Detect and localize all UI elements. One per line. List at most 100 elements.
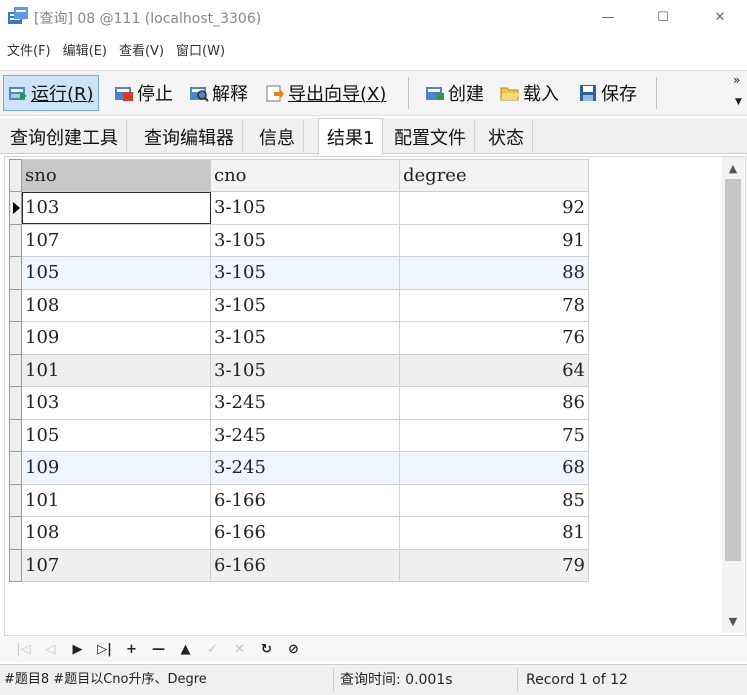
cell-cno[interactable]: 6-166 [210,516,400,550]
tab-query-builder[interactable]: 查询创建工具 [2,120,127,154]
vertical-scrollbar[interactable]: ▲ ▼ [722,157,744,633]
cell-sno[interactable]: 107 [21,223,211,257]
cell-cno[interactable]: 3-105 [210,288,400,322]
table-row[interactable]: 103 3-245 86 [9,386,589,420]
run-button[interactable]: 运行(R) [3,75,99,111]
tab-status[interactable]: 状态 [480,120,533,154]
apply-changes-icon[interactable]: ✓ [199,639,226,659]
cell-cno[interactable]: 3-245 [210,418,400,452]
cell-cno[interactable]: 3-105 [210,256,400,290]
row-indicator[interactable] [9,418,22,452]
cell-cno[interactable]: 3-245 [210,451,400,485]
row-indicator[interactable] [9,548,22,582]
cell-degree[interactable]: 91 [399,223,589,257]
table-row[interactable]: 107 6-166 79 [9,548,589,582]
table-row[interactable]: 101 3-105 64 [9,353,589,387]
cell-degree[interactable]: 75 [399,418,589,452]
cell-degree[interactable]: 86 [399,386,589,420]
explain-button[interactable]: 解释 [185,75,252,111]
cell-sno[interactable]: 103 [21,386,211,420]
table-row[interactable]: 107 3-105 91 [9,223,589,257]
row-indicator[interactable] [9,451,22,485]
export-wizard-button[interactable]: 导出向导(X) [261,75,390,111]
scrollbar-thumb[interactable] [725,179,741,561]
cell-degree[interactable]: 88 [399,256,589,290]
stop-button[interactable]: 停止 [110,75,177,111]
last-record-icon[interactable]: ▷| [91,639,118,659]
load-button[interactable]: 载入 [496,75,563,111]
row-indicator[interactable] [9,353,22,387]
cell-sno[interactable]: 105 [21,256,211,290]
edit-record-icon[interactable]: ▲ [172,639,199,659]
previous-record-icon[interactable]: ◁ [37,639,64,659]
cell-cno[interactable]: 6-166 [210,483,400,517]
cell-cno[interactable]: 3-105 [210,223,400,257]
stop-refresh-icon[interactable]: ⊘ [280,639,307,659]
row-indicator[interactable] [9,288,22,322]
tab-info[interactable]: 信息 [251,120,304,154]
menu-file[interactable]: 文件(F) [7,40,51,64]
table-row[interactable]: 103 3-105 92 [9,191,589,225]
row-indicator[interactable] [9,256,22,290]
delete-record-icon[interactable]: — [145,639,172,659]
tab-profile[interactable]: 配置文件 [386,120,475,154]
cell-cno[interactable]: 6-166 [210,548,400,582]
cell-degree[interactable]: 76 [399,321,589,355]
cell-degree[interactable]: 68 [399,451,589,485]
table-row[interactable]: 109 3-245 68 [9,451,589,485]
cell-sno[interactable]: 101 [21,483,211,517]
discard-changes-icon[interactable]: ✕ [226,639,253,659]
save-button[interactable]: 保存 [574,75,641,111]
cell-sno[interactable]: 108 [21,288,211,322]
cell-degree[interactable]: 64 [399,353,589,387]
cell-cno[interactable]: 3-105 [210,353,400,387]
table-row[interactable]: 109 3-105 76 [9,321,589,355]
row-indicator[interactable] [9,386,22,420]
close-button[interactable]: ✕ [697,0,743,34]
menu-window[interactable]: 窗口(W) [176,40,225,64]
table-row[interactable]: 105 3-105 88 [9,256,589,290]
refresh-icon[interactable]: ↻ [253,639,280,659]
cell-degree[interactable]: 85 [399,483,589,517]
row-indicator[interactable] [9,223,22,257]
row-indicator[interactable] [9,191,22,225]
column-header-cno[interactable]: cno [210,159,400,192]
table-row[interactable]: 101 6-166 85 [9,483,589,517]
table-row[interactable]: 108 3-105 78 [9,288,589,322]
create-button[interactable]: 创建 [421,75,488,111]
next-record-icon[interactable]: ▶ [64,639,91,659]
menu-edit[interactable]: 编辑(E) [63,40,107,64]
row-indicator[interactable] [9,321,22,355]
cell-sno[interactable]: 105 [21,418,211,452]
cell-degree[interactable]: 78 [399,288,589,322]
cell-sno[interactable]: 101 [21,353,211,387]
cell-cno[interactable]: 3-105 [210,191,400,225]
cell-degree[interactable]: 79 [399,548,589,582]
scroll-down-icon[interactable]: ▼ [722,612,744,632]
cell-sno[interactable]: 109 [21,451,211,485]
maximize-button[interactable]: ☐ [640,0,686,34]
cell-sno[interactable]: 103 [21,191,211,225]
add-record-icon[interactable]: + [118,639,145,659]
toolbar-dropdown-icon[interactable]: ▼ [735,97,742,107]
scroll-up-icon[interactable]: ▲ [722,159,744,179]
cell-sno[interactable]: 107 [21,548,211,582]
column-header-sno[interactable]: sno [21,159,211,192]
row-indicator[interactable] [9,516,22,550]
tab-result-1[interactable]: 结果1 [318,118,384,155]
table-row[interactable]: 105 3-245 75 [9,418,589,452]
cell-cno[interactable]: 3-245 [210,386,400,420]
cell-degree[interactable]: 92 [399,191,589,225]
row-indicator[interactable] [9,483,22,517]
cell-sno[interactable]: 108 [21,516,211,550]
first-record-icon[interactable]: |◁ [10,639,37,659]
column-header-degree[interactable]: degree [399,159,589,192]
tab-query-editor[interactable]: 查询编辑器 [136,120,243,154]
table-row[interactable]: 108 6-166 81 [9,516,589,550]
minimize-button[interactable]: — [585,0,631,34]
cell-cno[interactable]: 3-105 [210,321,400,355]
cell-degree[interactable]: 81 [399,516,589,550]
toolbar-overflow-icon[interactable]: » [733,73,740,87]
menu-view[interactable]: 查看(V) [119,40,164,64]
cell-sno[interactable]: 109 [21,321,211,355]
